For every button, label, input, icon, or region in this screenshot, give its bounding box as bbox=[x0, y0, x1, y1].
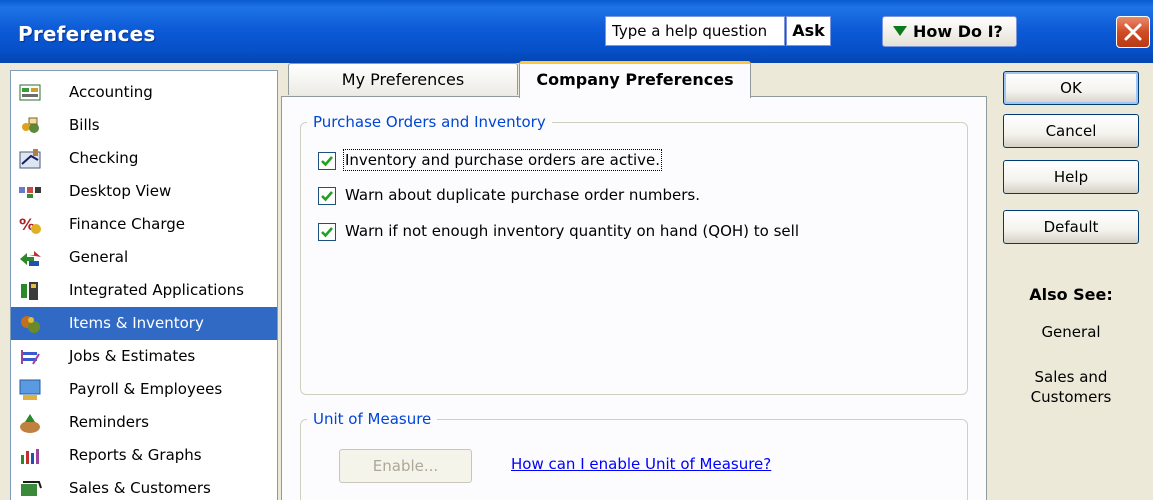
enable-uom-button[interactable]: Enable... bbox=[339, 449, 472, 483]
company-preferences-panel: Purchase Orders and Inventory Inventory … bbox=[281, 96, 987, 500]
category-label: Checking bbox=[69, 149, 139, 167]
category-item-items-inventory[interactable]: Items & Inventory bbox=[11, 307, 277, 340]
reminders-icon bbox=[20, 414, 40, 433]
checkbox-box[interactable] bbox=[318, 223, 336, 241]
also-see-title: Also See: bbox=[1029, 285, 1113, 304]
help-button[interactable]: Help bbox=[1003, 160, 1139, 194]
category-item-finance-charge[interactable]: % Finance Charge bbox=[11, 208, 277, 241]
checking-icon bbox=[19, 149, 41, 169]
category-item-sales-customers[interactable]: Sales & Customers bbox=[11, 472, 277, 500]
dropdown-triangle-icon bbox=[893, 26, 907, 36]
category-item-general[interactable]: General bbox=[11, 241, 277, 274]
also-see-sales-customers-link[interactable]: Sales and Customers bbox=[1003, 367, 1139, 407]
items-inventory-icon bbox=[21, 316, 40, 333]
category-item-reminders[interactable]: Reminders bbox=[11, 406, 277, 439]
also-see-sales-line2: Customers bbox=[1030, 388, 1112, 406]
also-see-general-link[interactable]: General bbox=[1003, 323, 1139, 341]
jobs-estimates-icon bbox=[21, 350, 40, 365]
how-do-i-button[interactable]: How Do I? bbox=[882, 16, 1017, 47]
general-icon bbox=[20, 251, 41, 266]
category-label: Finance Charge bbox=[69, 215, 185, 233]
checkbox-box[interactable] bbox=[318, 152, 336, 170]
group-legend: Unit of Measure bbox=[313, 410, 432, 428]
checkbox-box[interactable] bbox=[318, 187, 336, 205]
ask-button[interactable]: Ask bbox=[786, 16, 831, 46]
category-label: Reminders bbox=[69, 413, 149, 431]
group-legend: Purchase Orders and Inventory bbox=[313, 113, 546, 131]
category-item-checking[interactable]: Checking bbox=[11, 142, 277, 175]
checkbox-label: Warn if not enough inventory quantity on… bbox=[345, 222, 799, 240]
category-label: Accounting bbox=[69, 83, 153, 101]
window-title: Preferences bbox=[18, 22, 156, 46]
category-item-desktop-view[interactable]: Desktop View bbox=[11, 175, 277, 208]
category-label: Desktop View bbox=[69, 182, 172, 200]
checkbox-label: Inventory and purchase orders are active… bbox=[343, 149, 662, 171]
integrated-applications-icon bbox=[21, 282, 38, 300]
category-item-integrated-applications[interactable]: Integrated Applications bbox=[11, 274, 277, 307]
sales-customers-icon bbox=[21, 481, 42, 496]
category-label: Bills bbox=[69, 116, 100, 134]
category-item-bills[interactable]: Bills bbox=[11, 109, 277, 142]
payroll-employees-icon bbox=[19, 379, 41, 400]
category-label: Items & Inventory bbox=[69, 314, 204, 332]
cancel-button[interactable]: Cancel bbox=[1003, 114, 1139, 148]
checkbox-label: Warn about duplicate purchase order numb… bbox=[345, 186, 701, 204]
tab-my-preferences[interactable]: My Preferences bbox=[288, 63, 518, 95]
category-item-jobs-estimates[interactable]: Jobs & Estimates bbox=[11, 340, 277, 373]
default-button[interactable]: Default bbox=[1003, 210, 1139, 244]
category-label: Jobs & Estimates bbox=[69, 347, 196, 365]
checkmark-icon bbox=[321, 191, 333, 202]
category-item-reports-graphs[interactable]: Reports & Graphs bbox=[11, 439, 277, 472]
category-item-accounting[interactable]: Accounting bbox=[11, 76, 277, 109]
category-label: Payroll & Employees bbox=[69, 380, 223, 398]
how-do-i-label: How Do I? bbox=[913, 22, 1003, 41]
close-button[interactable] bbox=[1116, 16, 1150, 48]
category-label: Integrated Applications bbox=[69, 281, 244, 299]
title-bar: Preferences Type a help question Ask How… bbox=[0, 0, 1153, 63]
tab-label: Company Preferences bbox=[536, 70, 734, 89]
preferences-category-list[interactable]: Accounting Bills Checking Desktop View %… bbox=[10, 70, 278, 500]
accounting-icon bbox=[19, 84, 41, 101]
checkmark-icon bbox=[321, 156, 333, 167]
close-icon bbox=[1124, 23, 1142, 41]
help-question-input[interactable]: Type a help question bbox=[605, 16, 785, 46]
ok-button[interactable]: OK bbox=[1003, 71, 1139, 105]
also-see-sales-line1: Sales and bbox=[1034, 368, 1108, 386]
bills-icon bbox=[22, 117, 39, 133]
category-label: Reports & Graphs bbox=[69, 446, 202, 464]
category-label: Sales & Customers bbox=[69, 479, 211, 497]
help-question-text: Type a help question bbox=[612, 22, 768, 40]
uom-help-link[interactable]: How can I enable Unit of Measure? bbox=[511, 455, 771, 473]
tab-label: My Preferences bbox=[341, 70, 465, 89]
desktop-view-icon bbox=[19, 187, 41, 198]
category-item-payroll-employees[interactable]: Payroll & Employees bbox=[11, 373, 277, 406]
tab-company-preferences[interactable]: Company Preferences bbox=[519, 61, 751, 100]
finance-charge-icon: % bbox=[19, 215, 41, 234]
checkmark-icon bbox=[321, 227, 333, 238]
category-label: General bbox=[69, 248, 129, 266]
reports-graphs-icon bbox=[21, 449, 39, 464]
